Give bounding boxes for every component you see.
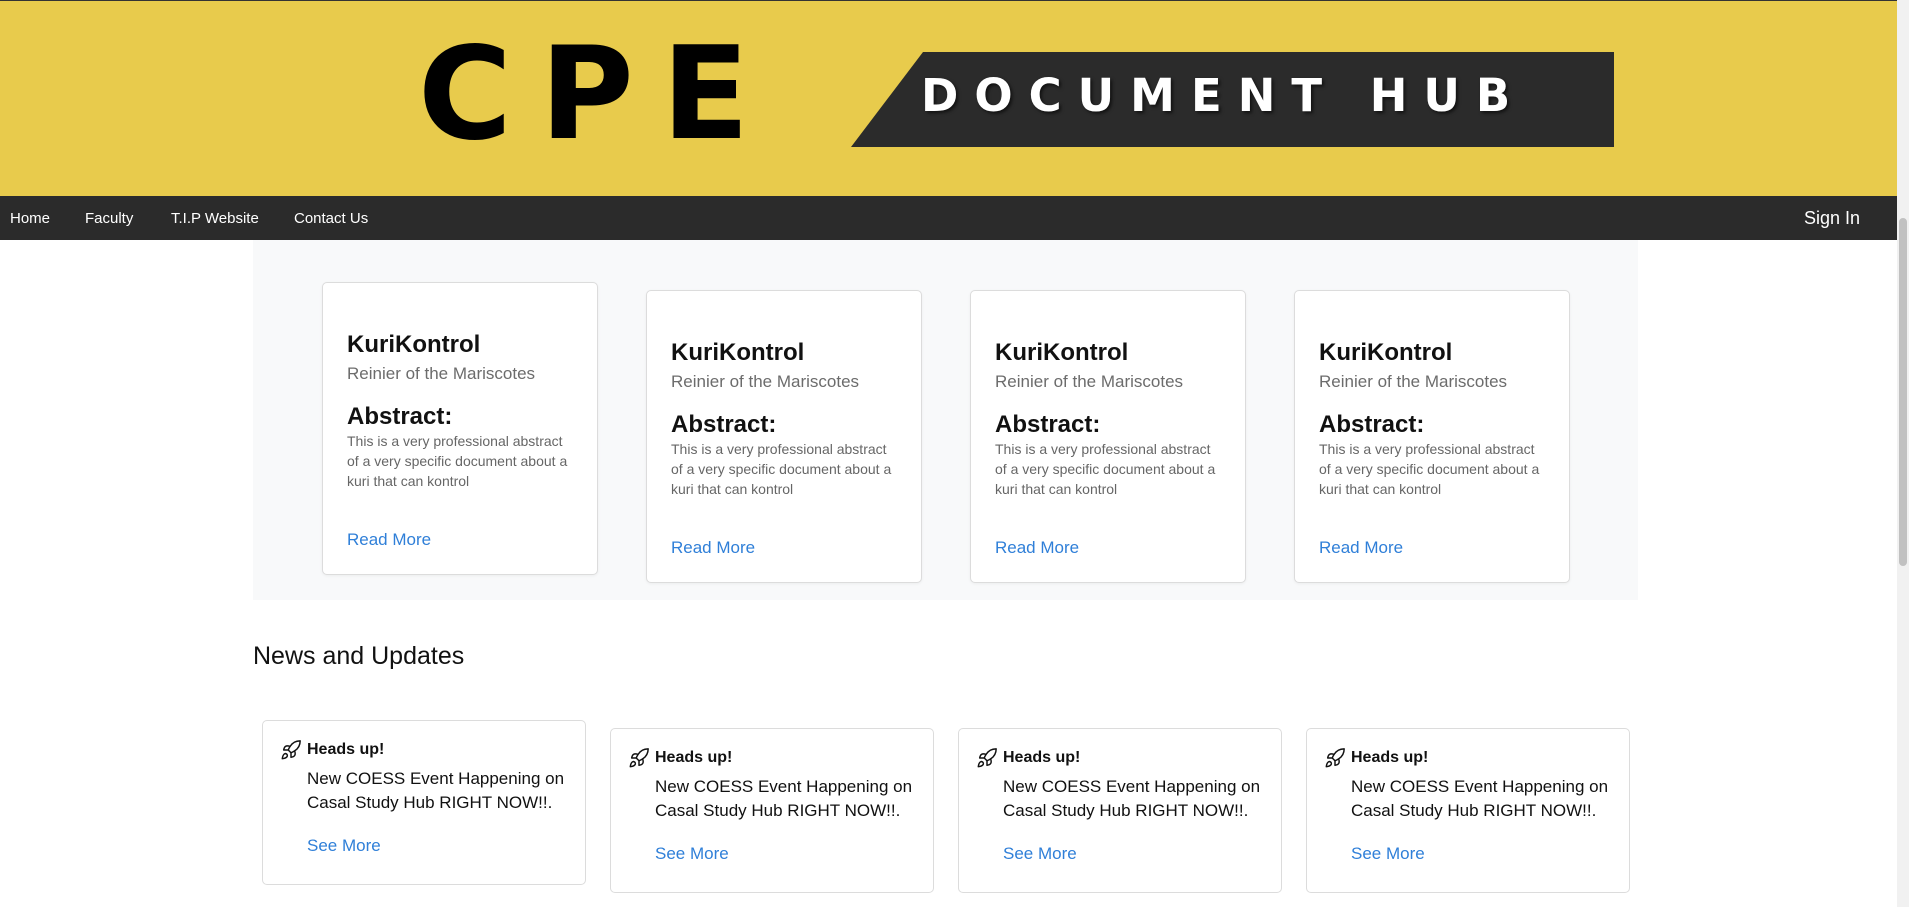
news-body: New COESS Event Happening on Casal Study…: [307, 769, 565, 812]
rocket-icon: [977, 748, 997, 768]
abstract-heading: Abstract:: [1319, 411, 1425, 438]
sign-in-button[interactable]: Sign In: [1804, 209, 1860, 227]
document-card: KuriKontrol Reinier of the Mariscotes Ab…: [970, 290, 1246, 583]
news-label: Heads up!: [307, 741, 385, 758]
abstract-text: This is a very professional abstract of …: [671, 441, 892, 497]
document-card: KuriKontrol Reinier of the Mariscotes Ab…: [1294, 290, 1570, 583]
document-author: Reinier of the Mariscotes: [1319, 372, 1508, 391]
nav-item-faculty[interactable]: Faculty: [85, 211, 133, 226]
document-title: KuriKontrol: [347, 331, 481, 358]
nav-item-tip-website[interactable]: T.I.P Website: [171, 211, 259, 226]
abstract-heading: Abstract:: [995, 411, 1101, 438]
rocket-icon: [281, 740, 301, 760]
document-author: Reinier of the Mariscotes: [347, 364, 536, 383]
rocket-icon: [629, 748, 649, 768]
vertical-scrollbar[interactable]: [1897, 0, 1909, 907]
read-more-link[interactable]: Read More: [1319, 538, 1403, 558]
abstract-heading: Abstract:: [347, 403, 453, 430]
news-body: New COESS Event Happening on Casal Study…: [655, 777, 913, 820]
document-title: KuriKontrol: [1319, 339, 1453, 366]
read-more-link[interactable]: Read More: [995, 538, 1079, 558]
site-logo: CPE: [418, 20, 778, 169]
news-card: Heads up! New COESS Event Happening on C…: [1306, 728, 1630, 893]
document-author: Reinier of the Mariscotes: [995, 372, 1184, 391]
see-more-link[interactable]: See More: [1003, 844, 1077, 864]
nav-item-contact-us[interactable]: Contact Us: [294, 211, 368, 226]
news-body: New COESS Event Happening on Casal Study…: [1003, 777, 1261, 820]
news-label: Heads up!: [1003, 749, 1081, 766]
news-label: Heads up!: [1351, 749, 1429, 766]
read-more-link[interactable]: Read More: [671, 538, 755, 558]
news-body: New COESS Event Happening on Casal Study…: [1351, 777, 1609, 820]
document-title: KuriKontrol: [671, 339, 805, 366]
site-subtitle: DOCUMENT HUB: [921, 69, 1527, 122]
main-nav: Home Faculty T.I.P Website Contact Us Si…: [0, 196, 1897, 240]
nav-item-home[interactable]: Home: [10, 211, 50, 226]
see-more-link[interactable]: See More: [1351, 844, 1425, 864]
news-card: Heads up! New COESS Event Happening on C…: [610, 728, 934, 893]
documents-section: KuriKontrol Reinier of the Mariscotes Ab…: [253, 240, 1638, 600]
read-more-link[interactable]: Read More: [347, 530, 431, 550]
document-card: KuriKontrol Reinier of the Mariscotes Ab…: [322, 282, 598, 575]
see-more-link[interactable]: See More: [655, 844, 729, 864]
abstract-text: This is a very professional abstract of …: [1319, 441, 1540, 497]
abstract-heading: Abstract:: [671, 411, 777, 438]
see-more-link[interactable]: See More: [307, 836, 381, 856]
abstract-text: This is a very professional abstract of …: [995, 441, 1216, 497]
news-heading: News and Updates: [253, 642, 465, 670]
document-author: Reinier of the Mariscotes: [671, 372, 860, 391]
abstract-text: This is a very professional abstract of …: [347, 433, 568, 489]
header-banner: CPE DOCUMENT HUB: [0, 0, 1897, 196]
scrollbar-thumb[interactable]: [1899, 218, 1907, 566]
document-card: KuriKontrol Reinier of the Mariscotes Ab…: [646, 290, 922, 583]
news-card: Heads up! New COESS Event Happening on C…: [262, 720, 586, 885]
document-title: KuriKontrol: [995, 339, 1129, 366]
rocket-icon: [1325, 748, 1345, 768]
news-card: Heads up! New COESS Event Happening on C…: [958, 728, 1282, 893]
news-label: Heads up!: [655, 749, 733, 766]
